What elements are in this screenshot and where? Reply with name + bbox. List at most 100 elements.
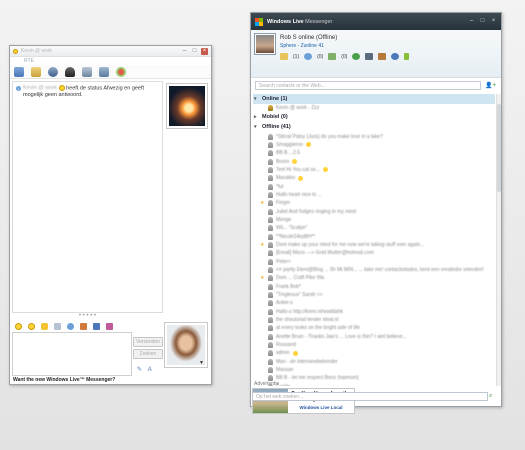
contact-row[interactable]: ★ Finger: [253, 199, 495, 207]
own-display-picture[interactable]: ▼: [164, 322, 208, 368]
contact-list-scrollbar[interactable]: [496, 94, 501, 386]
block-icon[interactable]: [116, 66, 126, 77]
contact-search-input[interactable]: Search contacts or the Web...: [255, 81, 481, 90]
chevron-right-icon[interactable]: ▸: [254, 114, 259, 120]
contact-status-icon: [268, 292, 273, 299]
contact-row[interactable]: Hullo heart nice to ...: [253, 191, 495, 199]
search-button[interactable]: Zoeken: [133, 349, 163, 359]
contact-row[interactable]: Hallo-s http://knmr.nl/waddahk: [253, 308, 495, 316]
minimize-button[interactable]: –: [181, 48, 188, 55]
background-icon[interactable]: [93, 322, 100, 330]
send-files-icon[interactable]: [31, 66, 41, 77]
contact-row[interactable]: at every looks on the bright side of lif…: [253, 324, 495, 332]
refresh-icon[interactable]: [391, 53, 400, 60]
chevron-down-icon[interactable]: ▼: [199, 121, 204, 127]
activities-icon[interactable]: [82, 66, 92, 77]
maximize-button[interactable]: □: [479, 18, 486, 25]
gift-icon[interactable]: [106, 322, 113, 330]
contact-status-icon: [268, 350, 273, 357]
close-button[interactable]: ×: [490, 18, 497, 25]
phone-icon[interactable]: [365, 53, 374, 60]
ink-icon[interactable]: [80, 322, 87, 330]
contact-row[interactable]: Ankie-s: [253, 299, 495, 307]
contact-row[interactable]: *ful: [253, 182, 495, 190]
web-search-input[interactable]: Op het web zoeken...: [252, 392, 488, 401]
message-input[interactable]: [12, 332, 132, 376]
contact-row[interactable]: Peter>: [253, 258, 495, 266]
handwriting-mode-icon[interactable]: A: [148, 367, 152, 373]
profile-name[interactable]: Rob S online (Offline): [280, 35, 409, 41]
contact-row[interactable]: Carlitn: [253, 383, 495, 386]
contact-row[interactable]: Anette Bruin - Thanks Jaw's ... Love is …: [253, 333, 495, 341]
voice-icon[interactable]: [65, 66, 75, 77]
contact-row[interactable]: Wil... "Scalpe": [253, 224, 495, 232]
nudge-icon[interactable]: [41, 322, 48, 330]
title-product: Messenger: [305, 18, 333, 25]
contact-row[interactable]: ★ Dont make up your mind for me now we're…: [253, 241, 495, 249]
send-button[interactable]: Verzenden: [133, 337, 163, 347]
voice-clip-icon[interactable]: [67, 322, 74, 330]
conversation-subtitle: RTE: [24, 58, 34, 64]
mail-icon[interactable]: [280, 53, 288, 60]
chevron-down-icon[interactable]: ▾: [254, 96, 259, 102]
games-icon[interactable]: [99, 66, 109, 77]
emoticon-icon: [305, 142, 311, 148]
contact-row[interactable]: BB B....2.5: [253, 149, 495, 157]
contact-status-icon: [268, 158, 273, 165]
messenger-titlebar: Windows Live Messenger – □ ×: [251, 13, 501, 30]
contact-row[interactable]: Monge: [253, 216, 495, 224]
contact-row[interactable]: Teel Hi You cat se...: [253, 166, 495, 174]
add-contact-icon[interactable]: 👤+: [485, 82, 497, 90]
contact-row[interactable]: Marukko: [253, 174, 495, 182]
contact-group-header[interactable]: ▸ Mobiel (0): [253, 112, 495, 122]
upgrade-banner[interactable]: Want the new Windows Live™ Messenger?: [13, 377, 115, 383]
contact-row[interactable]: Juliet And fodges ringing in my mind: [253, 207, 495, 215]
contact-row[interactable]: Frank Bob*: [253, 283, 495, 291]
bag-icon[interactable]: [378, 53, 387, 60]
invite-icon[interactable]: [14, 66, 24, 77]
contact-row[interactable]: Kevin @ work - Zzz: [253, 104, 495, 112]
wink-icon[interactable]: [28, 322, 35, 330]
contact-display-picture[interactable]: ▼: [166, 83, 208, 129]
maximize-button[interactable]: □: [191, 48, 198, 55]
minimize-button[interactable]: –: [468, 18, 475, 25]
contact-search-row: Search contacts or the Web... 👤+: [251, 78, 501, 93]
contact-row[interactable]: ★ Dom ... Craft Pike Wa: [253, 274, 495, 282]
contact-row[interactable]: the shouts/ad lender ideal.nl: [253, 316, 495, 324]
contact-status-icon: [268, 241, 273, 248]
contact-row[interactable]: BB B - let me respect Benz (topmom): [253, 374, 495, 382]
contact-row[interactable]: **Nicole2ArpBH**: [253, 232, 495, 240]
contact-row[interactable]: Maxsan: [253, 366, 495, 374]
scrollbar-thumb[interactable]: [497, 104, 501, 192]
chevron-down-icon[interactable]: ▾: [254, 124, 259, 130]
text-mode-icon[interactable]: ✎: [137, 367, 142, 373]
contact-row[interactable]: "Tinglesus" Sarah <>: [253, 291, 495, 299]
contact-row[interactable]: Bronn: [253, 157, 495, 165]
contact-row[interactable]: Mari - de interviewbekender: [253, 358, 495, 366]
contact-row[interactable]: [Email] Micro ---> Gold Mutter@hotmail.c…: [253, 249, 495, 257]
splitter-handle[interactable]: • • • • •: [12, 313, 163, 321]
font-icon[interactable]: [54, 322, 61, 330]
contact-row[interactable]: Smaggieroo: [253, 141, 495, 149]
emoticon-icon[interactable]: [15, 322, 22, 330]
close-button[interactable]: ×: [201, 47, 208, 55]
video-icon[interactable]: [48, 66, 58, 77]
contact-status-icon: [268, 175, 273, 182]
contact-row[interactable]: <= partly Eleni@Blog ... 0h Mt MIN... ..…: [253, 266, 495, 274]
personal-message[interactable]: Sphere - Zunline 41: [280, 43, 409, 49]
avatar-image: [256, 35, 274, 53]
pen-icon[interactable]: [404, 53, 410, 60]
contact-row[interactable]: *Stirrat Patsy (Jura) do you make love i…: [253, 132, 495, 140]
contact-group-header[interactable]: ▾ Offline (41): [253, 122, 495, 132]
contact-name: Mari - de interviewbekender: [276, 358, 338, 365]
chevron-down-icon[interactable]: ▼: [199, 360, 204, 366]
contacts-icon[interactable]: [352, 53, 361, 60]
search-go-icon[interactable]: ⌕: [489, 393, 492, 400]
avatar[interactable]: [254, 33, 276, 55]
contact-name: Kevin @ work - Zzz: [276, 105, 320, 112]
contact-row[interactable]: admin: [253, 349, 495, 357]
spaces-icon[interactable]: [304, 53, 313, 60]
contact-group-header[interactable]: ▾ Online (1): [253, 94, 495, 104]
news-icon[interactable]: [328, 53, 337, 60]
contact-row[interactable]: Roosand: [253, 341, 495, 349]
